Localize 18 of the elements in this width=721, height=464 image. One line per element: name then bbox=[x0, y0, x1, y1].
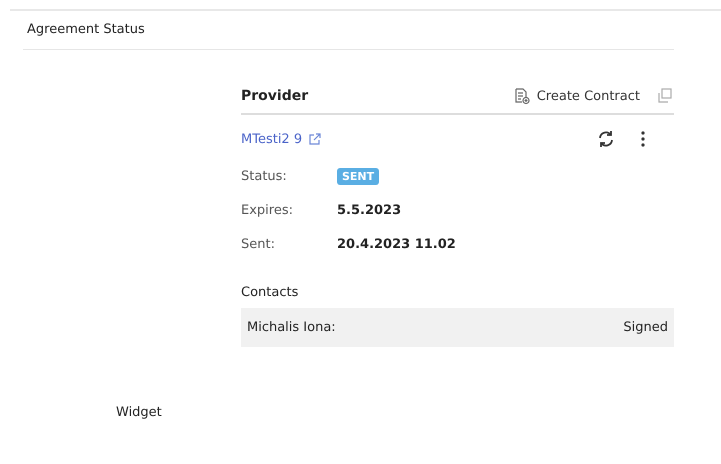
document-add-icon bbox=[512, 87, 531, 105]
field-value: 5.5.2023 bbox=[337, 202, 402, 218]
provider-link[interactable]: MTesti2 9 bbox=[241, 132, 302, 146]
status-badge: SENT bbox=[337, 168, 380, 184]
field-value: 20.4.2023 11.02 bbox=[337, 236, 456, 252]
provider-title: Provider bbox=[241, 88, 310, 104]
external-link-icon[interactable] bbox=[308, 132, 322, 146]
contact-status: Signed bbox=[623, 320, 668, 335]
widget-label: Widget bbox=[116, 405, 162, 420]
contacts-title: Contacts bbox=[241, 285, 300, 300]
field-label: Sent: bbox=[241, 236, 276, 252]
create-contract-button[interactable]: Create Contract bbox=[512, 87, 640, 105]
section-title: Agreement Status bbox=[27, 22, 145, 37]
refresh-icon[interactable] bbox=[596, 129, 616, 149]
field-label: Expires: bbox=[241, 202, 294, 218]
contact-name: Michalis Iona: bbox=[247, 320, 336, 335]
field-label: Status: bbox=[241, 168, 288, 184]
more-icon[interactable] bbox=[640, 129, 646, 149]
